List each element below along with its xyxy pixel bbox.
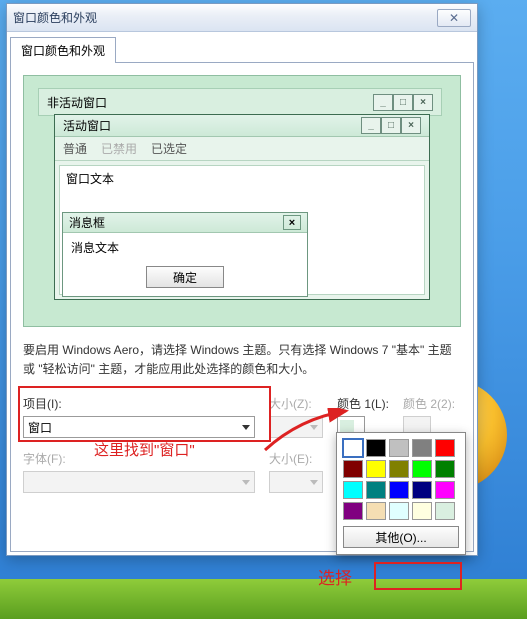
menu-normal: 普通 [63, 140, 87, 157]
color-swatch[interactable] [366, 460, 386, 478]
other-color-button[interactable]: 其他(O)... [343, 526, 459, 548]
desktop-grass [0, 579, 527, 619]
swatch-grid [343, 439, 459, 520]
color2-label: 颜色 2(2): [403, 395, 455, 412]
chevron-down-icon [242, 480, 250, 485]
messagebox-ok-button: 确定 [146, 266, 224, 288]
messagebox-body: 消息文本 [63, 233, 307, 266]
window-title: 窗口颜色和外观 [13, 9, 437, 26]
titlebar[interactable]: 窗口颜色和外观 ✕ [7, 4, 477, 32]
inactive-window-title: 非活动窗口 [47, 94, 107, 111]
window-buttons: _ □ × [361, 117, 421, 134]
size-z-combobox [269, 416, 323, 438]
color-swatch[interactable] [389, 481, 409, 499]
messagebox-close-icon: × [283, 215, 301, 230]
minimize-icon: _ [373, 94, 393, 111]
color-swatch[interactable] [389, 502, 409, 520]
maximize-icon: □ [393, 94, 413, 111]
color-swatch[interactable] [389, 439, 409, 457]
color-swatch[interactable] [366, 502, 386, 520]
font-combobox [23, 471, 255, 493]
tab-window-color[interactable]: 窗口颜色和外观 [10, 37, 116, 63]
close-icon: ✕ [449, 11, 459, 25]
item-combobox[interactable]: 窗口 [23, 416, 255, 438]
color-swatch[interactable] [389, 460, 409, 478]
messagebox-title: 消息框 [69, 214, 105, 231]
preview-content: 窗口文本 消息框 × 消息文本 确定 [59, 165, 425, 295]
size-e-combobox [269, 471, 323, 493]
color-swatch[interactable] [343, 460, 363, 478]
chevron-down-icon [310, 425, 318, 430]
description-text: 要启用 Windows Aero，请选择 Windows 主题。只有选择 Win… [23, 341, 461, 379]
color-swatch[interactable] [343, 502, 363, 520]
color-swatch[interactable] [435, 439, 455, 457]
preview-window-text: 窗口文本 [66, 172, 114, 186]
color-swatch[interactable] [412, 460, 432, 478]
active-window: 活动窗口 _ □ × 普通 已禁用 已选定 窗口文本 消 [54, 114, 430, 300]
size-e-label: 大小(E): [269, 450, 323, 467]
tab-strip: 窗口颜色和外观 [7, 32, 477, 62]
preview-menubar: 普通 已禁用 已选定 [55, 137, 429, 161]
color-swatch[interactable] [343, 481, 363, 499]
maximize-icon: □ [381, 117, 401, 134]
close-button[interactable]: ✕ [437, 9, 471, 27]
messagebox-titlebar: 消息框 × [63, 213, 307, 233]
menu-disabled: 已禁用 [101, 140, 137, 157]
color-swatch[interactable] [412, 439, 432, 457]
color-swatch-popup: 其他(O)... [336, 432, 466, 555]
chevron-down-icon [242, 425, 250, 430]
color1-label: 颜色 1(L): [337, 395, 389, 412]
chevron-down-icon [310, 480, 318, 485]
color-swatch[interactable] [366, 439, 386, 457]
color-swatch[interactable] [343, 439, 363, 457]
close-icon: × [401, 117, 421, 134]
active-window-titlebar: 活动窗口 _ □ × [55, 115, 429, 137]
preview-messagebox: 消息框 × 消息文本 确定 [62, 212, 308, 297]
size-z-label: 大小(Z): [269, 395, 323, 412]
window-buttons: _ □ × [373, 94, 433, 111]
color-swatch[interactable] [366, 481, 386, 499]
color-swatch[interactable] [435, 481, 455, 499]
annotation-select: 选择 [318, 564, 352, 589]
color-swatch[interactable] [412, 481, 432, 499]
color-swatch[interactable] [435, 502, 455, 520]
minimize-icon: _ [361, 117, 381, 134]
inactive-window: 非活动窗口 _ □ × [38, 88, 442, 116]
annotation-find-window: 这里找到"窗口" [94, 439, 195, 460]
color-swatch[interactable] [412, 502, 432, 520]
active-window-title: 活动窗口 [63, 117, 111, 134]
item-value: 窗口 [28, 419, 52, 436]
item-label: 项目(I): [23, 395, 255, 412]
preview-area: 非活动窗口 _ □ × 活动窗口 _ □ × 普通 [23, 75, 461, 327]
close-icon: × [413, 94, 433, 111]
menu-selected: 已选定 [151, 140, 187, 157]
color-swatch[interactable] [435, 460, 455, 478]
